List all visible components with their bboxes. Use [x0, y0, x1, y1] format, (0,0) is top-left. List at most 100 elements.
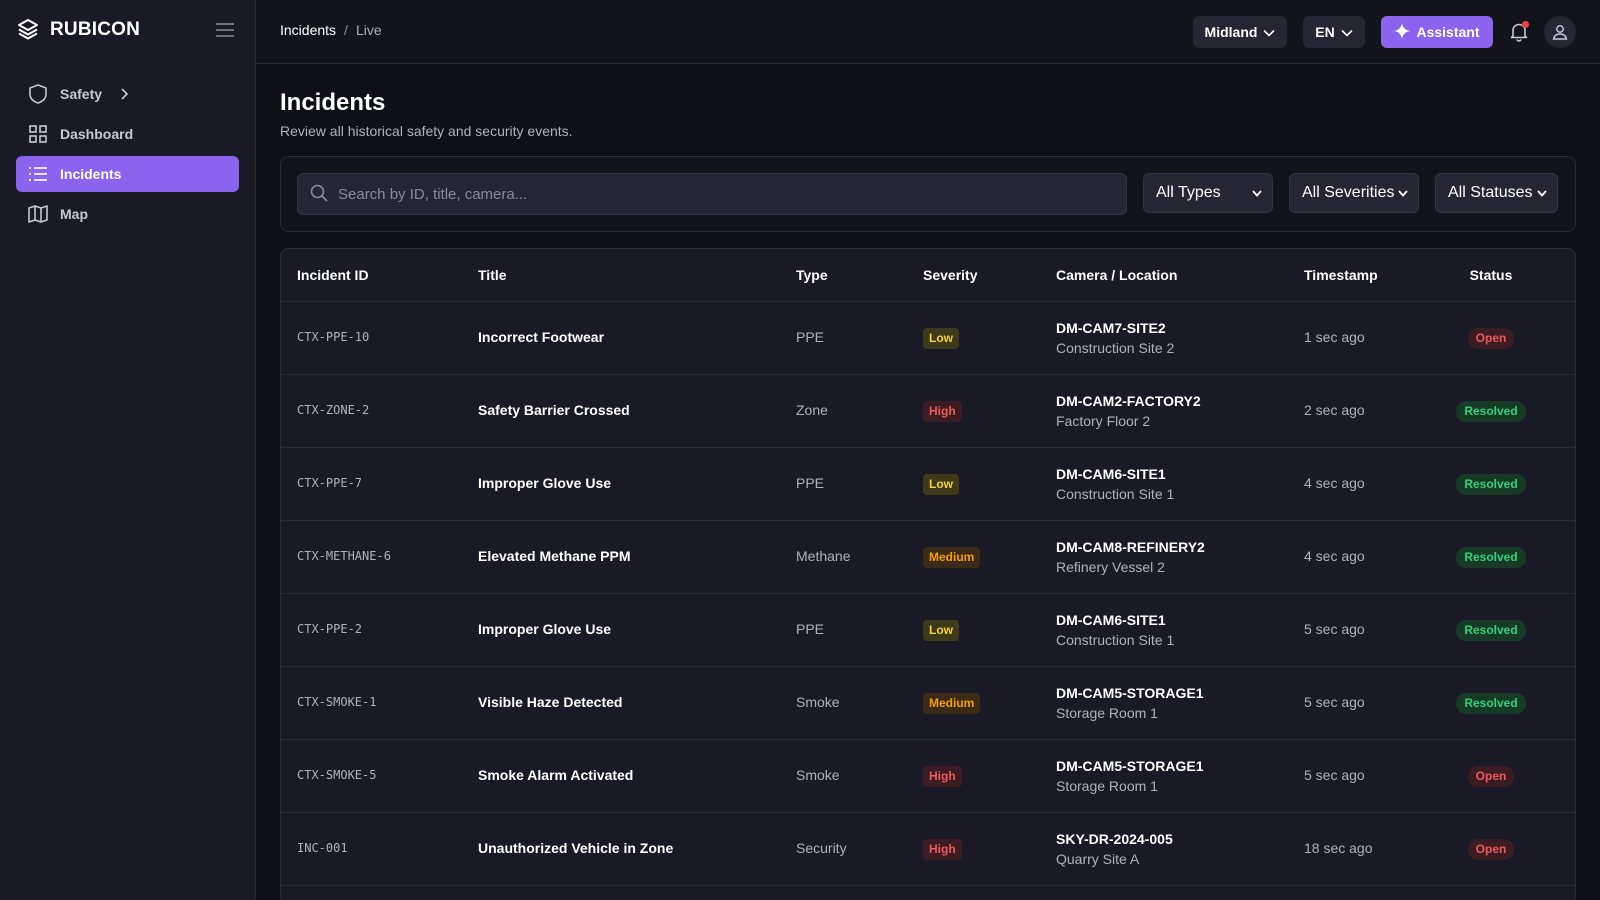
chevron-right-icon: [120, 88, 129, 100]
incident-timestamp: 4 sec ago: [1304, 475, 1365, 491]
camera-location: Construction Site 1: [1056, 632, 1175, 648]
sidebar-item-label: Map: [60, 206, 88, 222]
incident-timestamp: 5 sec ago: [1304, 694, 1365, 710]
column-header-severity[interactable]: Severity: [923, 267, 977, 283]
sidebar-item-dashboard[interactable]: Dashboard: [16, 116, 239, 152]
incident-id: INC-001: [297, 841, 348, 855]
camera-name: DM-CAM5-STORAGE1: [1056, 685, 1204, 701]
status-badge: Resolved: [1456, 693, 1526, 714]
table-row[interactable]: CTX-METHANE-6 Elevated Methane PPM Metha…: [281, 521, 1575, 594]
incident-id: CTX-PPE-10: [297, 330, 370, 344]
search-box[interactable]: [297, 173, 1127, 215]
incident-type: PPE: [796, 621, 825, 637]
brand[interactable]: RUBICON: [16, 17, 140, 43]
incident-id: CTX-PPE-2: [297, 622, 363, 636]
status-badge: Open: [1467, 839, 1515, 860]
severity-badge: Low: [923, 474, 959, 495]
severity-badge: Low: [923, 620, 959, 641]
notification-dot: [1522, 21, 1529, 28]
language-label: EN: [1315, 24, 1335, 40]
sparkle-icon: [1394, 22, 1411, 42]
incident-timestamp: 1 sec ago: [1304, 329, 1365, 345]
sidebar-item-safety[interactable]: Safety: [16, 76, 239, 112]
incident-title: Improper Glove Use: [478, 621, 612, 637]
grid-icon: [28, 124, 48, 144]
incident-id: CTX-ZONE-2: [297, 403, 370, 417]
status-badge: Open: [1467, 328, 1515, 349]
incident-id: CTX-SMOKE-1: [297, 695, 377, 709]
column-header-title[interactable]: Title: [478, 267, 507, 283]
brand-name: RUBICON: [50, 19, 141, 40]
status-badge: Resolved: [1456, 401, 1526, 422]
language-selector[interactable]: EN: [1303, 16, 1365, 48]
incident-title: Safety Barrier Crossed: [478, 402, 630, 418]
map-icon: [28, 204, 48, 224]
incidents-table: Incident ID Title Type Severity Camera /…: [280, 248, 1576, 900]
incident-type: Methane: [796, 548, 851, 564]
assistant-button[interactable]: Assistant: [1381, 16, 1493, 48]
chevron-down-icon: [1398, 184, 1408, 202]
incident-timestamp: 5 sec ago: [1304, 621, 1365, 637]
table-row[interactable]: CTX-PPE-7 Improper Glove Use PPE Low DM-…: [281, 448, 1575, 521]
region-selector[interactable]: Midland: [1193, 16, 1287, 48]
sidebar-item-label: Safety: [60, 86, 103, 102]
type-filter-value: All Types: [1156, 184, 1221, 201]
chevron-down-icon: [1537, 184, 1547, 202]
filters-bar: All Types All Severities All Statuses: [280, 156, 1576, 232]
sidebar-item-incidents[interactable]: Incidents: [16, 156, 239, 192]
page-title: Incidents: [280, 89, 386, 116]
incident-title: Unauthorized Vehicle in Zone: [478, 840, 674, 856]
table-row[interactable]: INC-001 Unauthorized Vehicle in Zone Sec…: [281, 813, 1575, 886]
sidebar-nav: Safety Dashboard Incidents Map: [16, 76, 239, 236]
status-filter-select[interactable]: All Statuses: [1435, 173, 1558, 213]
shield-icon: [28, 84, 48, 104]
severity-filter-select[interactable]: All Severities: [1289, 173, 1419, 213]
incident-type: Zone: [796, 402, 828, 418]
top-bar: Incidents / Live Midland EN Assistant: [256, 0, 1600, 64]
camera-location: Construction Site 2: [1056, 340, 1175, 356]
breadcrumb-incidents[interactable]: Incidents: [280, 22, 336, 38]
incident-type: Smoke: [796, 767, 840, 783]
region-label: Midland: [1204, 24, 1258, 40]
status-badge: Resolved: [1456, 474, 1526, 495]
severity-badge: High: [923, 839, 962, 860]
user-avatar-icon[interactable]: [1544, 16, 1576, 48]
sidebar-item-label: Dashboard: [60, 126, 134, 142]
column-header-type[interactable]: Type: [796, 267, 828, 283]
table-row[interactable]: CTX-PPE-10 Incorrect Footwear PPE Low DM…: [281, 302, 1575, 375]
incident-timestamp: 5 sec ago: [1304, 767, 1365, 783]
incident-title: Elevated Methane PPM: [478, 548, 631, 564]
camera-name: DM-CAM6-SITE1: [1056, 466, 1166, 482]
search-input[interactable]: [338, 185, 1098, 203]
table-row[interactable]: CTX-ZONE-2 Safety Barrier Crossed Zone H…: [281, 375, 1575, 448]
status-badge: Resolved: [1456, 547, 1526, 568]
page-subtitle: Review all historical safety and securit…: [280, 123, 573, 139]
incident-id: CTX-PPE-7: [297, 476, 363, 490]
camera-location: Construction Site 1: [1056, 486, 1175, 502]
hamburger-menu-icon[interactable]: [214, 20, 236, 40]
column-header-status[interactable]: Status: [1441, 267, 1541, 283]
table-row[interactable]: CTX-SMOKE-5 Smoke Alarm Activated Smoke …: [281, 740, 1575, 813]
severity-filter-value: All Severities: [1302, 184, 1395, 201]
incident-title: Improper Glove Use: [478, 475, 612, 491]
incident-timestamp: 18 sec ago: [1304, 840, 1373, 856]
incident-id: CTX-METHANE-6: [297, 549, 391, 563]
chevron-down-icon: [1263, 24, 1276, 40]
column-header-camera-location[interactable]: Camera / Location: [1056, 267, 1177, 283]
column-header-timestamp[interactable]: Timestamp: [1304, 267, 1378, 283]
chevron-down-icon: [1252, 184, 1262, 202]
severity-badge: High: [923, 401, 962, 422]
table-row[interactable]: CTX-SMOKE-1 Visible Haze Detected Smoke …: [281, 667, 1575, 740]
sidebar: RUBICON Safety Dashboard Incidents Map: [0, 0, 256, 900]
table-row[interactable]: CTX-PPE-2 Improper Glove Use PPE Low DM-…: [281, 594, 1575, 667]
status-filter-value: All Statuses: [1448, 184, 1533, 201]
sidebar-item-map[interactable]: Map: [16, 196, 239, 232]
status-badge: Resolved: [1456, 620, 1526, 641]
column-header-incident-id[interactable]: Incident ID: [297, 267, 369, 283]
notifications-bell-icon[interactable]: [1508, 21, 1530, 43]
severity-badge: Medium: [923, 547, 981, 568]
type-filter-select[interactable]: All Types: [1143, 173, 1273, 213]
status-badge: Open: [1467, 766, 1515, 787]
chevron-down-icon: [1341, 24, 1353, 40]
incident-title: Incorrect Footwear: [478, 329, 605, 345]
